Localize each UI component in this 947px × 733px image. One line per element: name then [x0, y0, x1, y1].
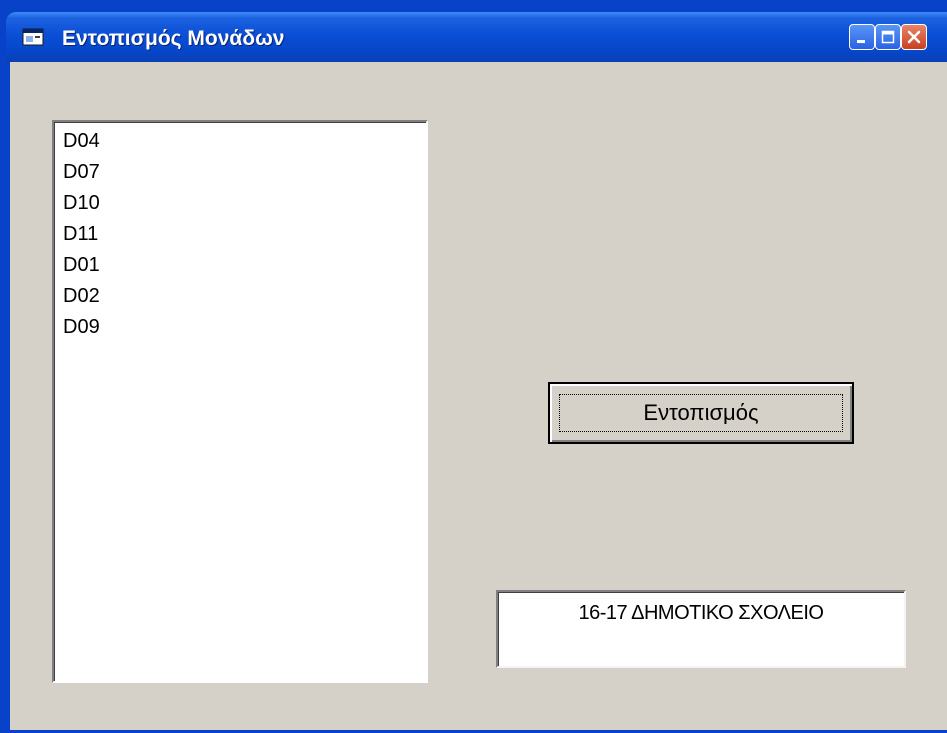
list-item[interactable]: D09: [54, 312, 426, 343]
list-item[interactable]: D01: [54, 250, 426, 281]
minimize-icon: [857, 40, 865, 43]
units-list: D04 D07 D10 D11 D01 D02 D09: [54, 122, 426, 343]
result-textbox[interactable]: 16-17 ΔΗΜΟΤΙΚΟ ΣΧΟΛΕΙΟ: [496, 590, 906, 668]
minimize-button[interactable]: [849, 24, 875, 50]
close-icon: [907, 30, 921, 44]
close-button[interactable]: [901, 24, 927, 50]
result-value: 16-17 ΔΗΜΟΤΙΚΟ ΣΧΟΛΕΙΟ: [578, 602, 824, 624]
locate-button-label: Εντοπισμός: [559, 394, 843, 432]
list-item[interactable]: D11: [54, 219, 426, 250]
units-listbox[interactable]: D04 D07 D10 D11 D01 D02 D09: [52, 120, 428, 683]
window-title: Εντοπισμός Μονάδων: [62, 27, 285, 50]
locate-button[interactable]: Εντοπισμός: [548, 382, 854, 444]
list-item[interactable]: D04: [54, 126, 426, 157]
list-item[interactable]: D02: [54, 281, 426, 312]
application-window: Εντοπισμός Μονάδων D04 D07 D10 D11 D01 D02 D09…: [0, 0, 947, 733]
list-item[interactable]: D10: [54, 188, 426, 219]
maximize-button[interactable]: [875, 24, 901, 50]
list-item[interactable]: D07: [54, 157, 426, 188]
form-icon[interactable]: [22, 28, 44, 46]
maximize-icon: [881, 30, 895, 44]
